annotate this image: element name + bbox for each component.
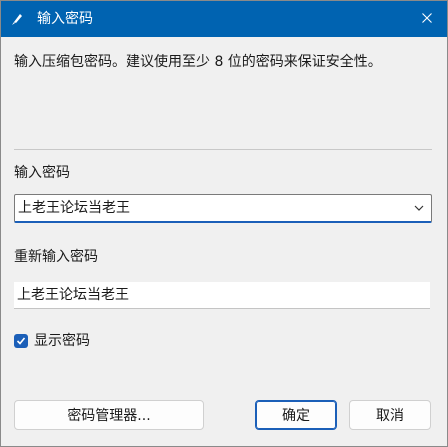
ok-button[interactable]: 确定 xyxy=(255,400,337,430)
password-value: 上老王论坛当老王 xyxy=(18,200,130,216)
password-dialog: 输入密码 输入压缩包密码。建议使用至少 8 位的密码来保证安全性。 输入密码 上… xyxy=(0,0,448,447)
cancel-button[interactable]: 取消 xyxy=(349,400,431,430)
password-manager-button[interactable]: 密码管理器... xyxy=(14,400,204,430)
show-password-label[interactable]: 显示密码 xyxy=(34,333,90,349)
window-title: 输入密码 xyxy=(37,11,93,27)
chevron-down-icon[interactable] xyxy=(413,202,425,214)
checkmark-icon xyxy=(16,337,26,345)
password-combobox[interactable]: 上老王论坛当老王 xyxy=(14,194,432,223)
title-bar: 输入密码 xyxy=(1,1,447,37)
confirm-password-label: 重新输入密码 xyxy=(14,249,98,265)
show-password-checkbox[interactable] xyxy=(14,334,28,348)
confirm-password-input[interactable]: 上老王论坛当老王 xyxy=(14,282,430,309)
close-icon xyxy=(422,11,432,27)
dialog-description: 输入压缩包密码。建议使用至少 8 位的密码来保证安全性。 xyxy=(14,54,382,70)
close-button[interactable] xyxy=(411,5,443,33)
password-label: 输入密码 xyxy=(14,165,70,181)
pin-icon xyxy=(10,11,26,27)
confirm-password-value: 上老王论坛当老王 xyxy=(17,287,129,303)
divider xyxy=(14,149,432,150)
